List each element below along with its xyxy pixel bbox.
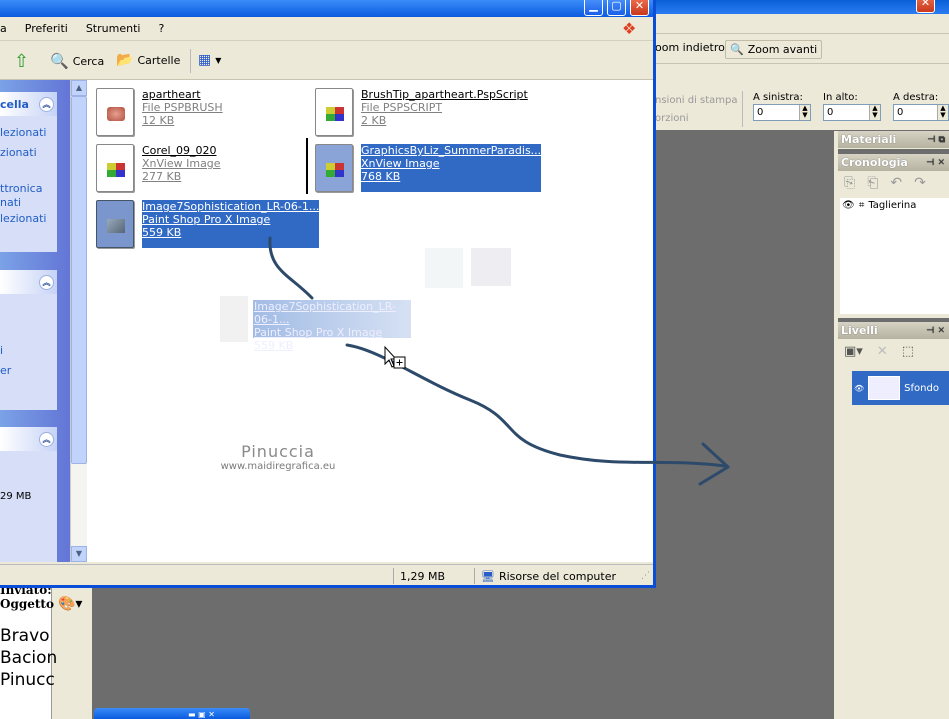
drag-arrow-overlay [268,236,730,486]
arrow-stroke [268,236,314,300]
